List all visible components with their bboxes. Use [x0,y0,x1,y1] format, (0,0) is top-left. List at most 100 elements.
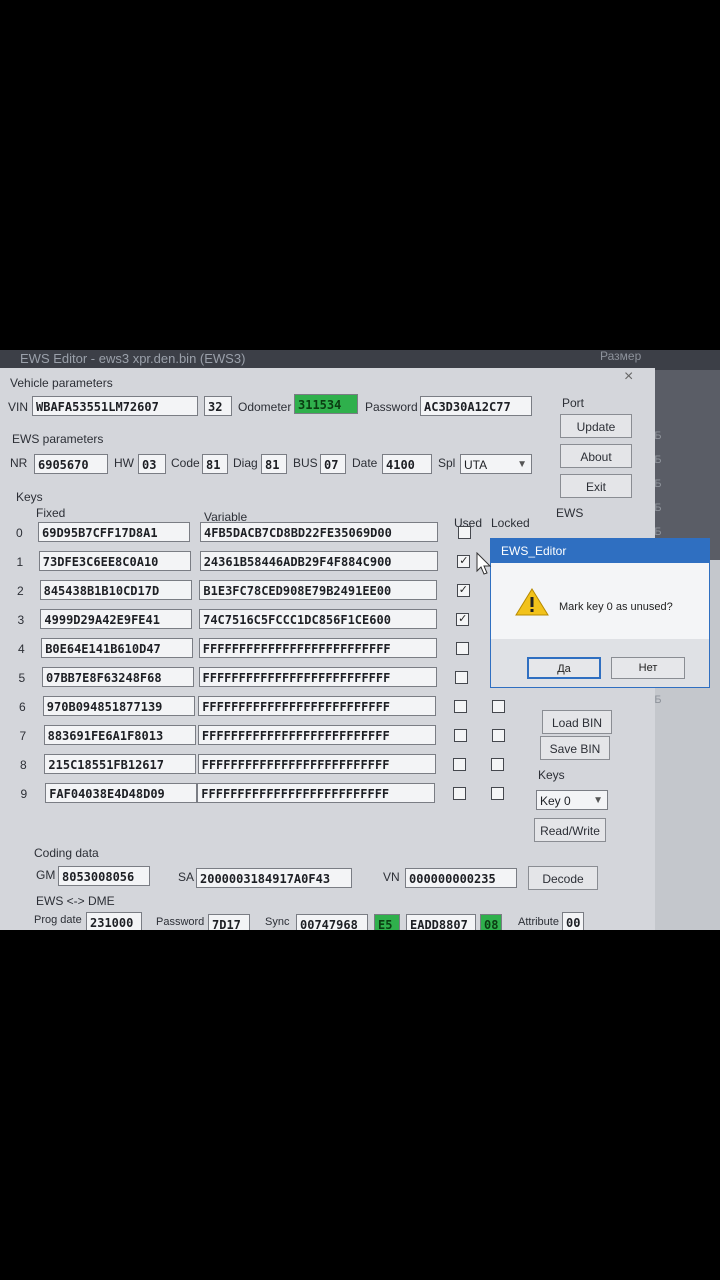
vin-suffix-field[interactable]: 32 [204,396,232,416]
sync-field-2[interactable]: EADD8807 [406,914,476,930]
window-title: EWS Editor - ews3 xpr.den.bin (EWS3) [20,351,246,366]
key-fixed-field[interactable]: 215C18551FB12617 [44,754,197,774]
sync-field[interactable]: 00747968 [296,914,368,930]
vehicle-parameters-label: Vehicle parameters [10,376,113,390]
key-variable-field[interactable]: FFFFFFFFFFFFFFFFFFFFFFFFFF [197,783,436,803]
password-field[interactable]: AC3D30A12C77 [420,396,532,416]
nr-label: NR [10,456,28,470]
keys-panel-label: Keys [538,768,565,782]
key-variable-field[interactable]: B1E3FC78CED908E79B2491EE00 [199,580,438,600]
key-index: 8 [20,758,27,772]
prog-date-field[interactable]: 231000 [86,912,142,930]
about-button[interactable]: About [560,444,632,468]
attribute-field[interactable]: 00 [562,912,584,930]
coding-data-label: Coding data [34,846,99,860]
exit-button[interactable]: Exit [560,474,632,498]
hw-label: HW [114,456,134,470]
key-used-checkbox[interactable]: ✓ [457,555,471,568]
load-bin-button[interactable]: Load BIN [542,710,612,734]
key-index: 6 [19,700,26,714]
warning-icon [515,588,549,616]
key-fixed-field[interactable]: FAF04038E4D48D09 [45,783,198,803]
hw-field[interactable]: 03 [138,454,166,474]
key-locked-checkbox[interactable] [490,787,504,800]
key-variable-field[interactable]: FFFFFFFFFFFFFFFFFFFFFFFFFF [197,725,436,745]
key-variable-field[interactable]: FFFFFFFFFFFFFFFFFFFFFFFFFF [198,696,437,716]
key-used-checkbox[interactable] [452,787,466,800]
key-select[interactable]: Key 0 ▼ [536,790,608,810]
confirm-dialog: EWS_Editor Mark key 0 as unused? Да Нет [490,538,710,688]
dme-password-label: Password [156,916,205,928]
key-used-checkbox[interactable] [458,526,471,539]
vn-label: VN [383,870,400,884]
key-fixed-field[interactable]: 845438B1B10CD17D [39,580,192,600]
key-variable-field[interactable]: 24361B58446ADB29F4F884C900 [199,551,438,571]
key-fixed-field[interactable]: B0E64E141B610D47 [41,638,194,658]
key-select-value: Key 0 [540,794,571,808]
key-fixed-field[interactable]: 73DFE3C6EE8C0A10 [38,551,191,571]
background-title-strip: EWS Editor - ews3 xpr.den.bin (EWS3) Раз… [0,350,720,370]
spl-label: Spl [438,456,456,470]
attribute-label: Attribute [518,916,559,928]
photo-frame: EWS Editor - ews3 xpr.den.bin (EWS3) Раз… [0,350,720,930]
code-field[interactable]: 81 [202,454,228,474]
key-index: 1 [16,555,24,569]
decode-button[interactable]: Decode [528,866,598,890]
key-locked-checkbox[interactable] [492,700,506,713]
background-size-label: Размер [600,350,642,363]
gm-field[interactable]: 8053008056 [58,866,150,886]
date-field[interactable]: 4100 [382,454,432,474]
date-label: Date [352,456,378,470]
ews-dme-label: EWS <-> DME [36,894,115,908]
port-label: Port [562,396,585,410]
close-icon[interactable]: × [624,368,633,386]
sync-label: Sync [265,916,290,928]
vn-field[interactable]: 000000000235 [405,868,517,888]
key-index: 7 [19,729,27,743]
key-used-checkbox[interactable] [455,642,469,655]
read-write-button[interactable]: Read/Write [534,818,606,842]
save-bin-button[interactable]: Save BIN [540,736,610,760]
key-fixed-field[interactable]: 883691FE6A1F8013 [43,725,196,745]
key-index: 5 [18,671,26,685]
spl-select[interactable]: UTA ▼ [460,454,532,474]
key-used-checkbox[interactable] [453,729,467,742]
chevron-down-icon: ▼ [517,459,527,470]
key-index: 9 [20,787,28,801]
key-used-checkbox[interactable] [453,758,467,771]
spl-select-value: UTA [464,458,488,472]
dme-password-field[interactable]: 7D17 [208,914,250,930]
ews-parameters-label: EWS parameters [12,432,104,446]
dialog-message: Mark key 0 as unused? [559,601,673,613]
vin-label: VIN [8,400,29,414]
key-used-checkbox[interactable] [454,700,468,713]
vin-field[interactable]: WBAFA53551LM72607 [32,396,198,416]
fixed-header: Fixed [36,506,66,520]
password-label: Password [365,400,418,414]
update-button[interactable]: Update [560,414,632,438]
sa-field[interactable]: 2000003184917A0F43 [196,868,352,888]
key-variable-field[interactable]: 4FB5DACB7CD8BD22FE35069D00 [200,522,438,542]
key-fixed-field[interactable]: 07BB7E8F63248F68 [42,667,194,687]
bus-field[interactable]: 07 [320,454,346,474]
key-fixed-field[interactable]: 69D95B7CFF17D8A1 [38,522,190,542]
key-index: 0 [16,526,23,540]
key-variable-field[interactable]: FFFFFFFFFFFFFFFFFFFFFFFFFF [198,638,437,658]
nr-field[interactable]: 6905670 [34,454,108,474]
key-variable-field[interactable]: FFFFFFFFFFFFFFFFFFFFFFFFFF [198,667,437,687]
key-variable-field[interactable]: FFFFFFFFFFFFFFFFFFFFFFFFFF [197,754,436,774]
key-fixed-field[interactable]: 970B094851877139 [42,696,195,716]
diag-field[interactable]: 81 [261,454,287,474]
yes-button[interactable]: Да [527,657,601,679]
dialog-title: EWS_Editor [491,539,709,563]
key-fixed-field[interactable]: 4999D29A42E9FE41 [40,609,193,629]
key-locked-checkbox[interactable] [491,729,505,742]
odometer-field[interactable]: 311534 [294,394,358,414]
no-button[interactable]: Нет [611,657,685,679]
sa-label: SA [178,870,195,884]
key-used-checkbox[interactable]: ✓ [456,584,470,597]
key-used-checkbox[interactable] [455,671,468,684]
key-variable-field[interactable]: 74C7516C5FCCC1DC856F1CE600 [199,609,438,629]
key-used-checkbox[interactable]: ✓ [456,613,470,626]
key-locked-checkbox[interactable] [491,758,505,771]
